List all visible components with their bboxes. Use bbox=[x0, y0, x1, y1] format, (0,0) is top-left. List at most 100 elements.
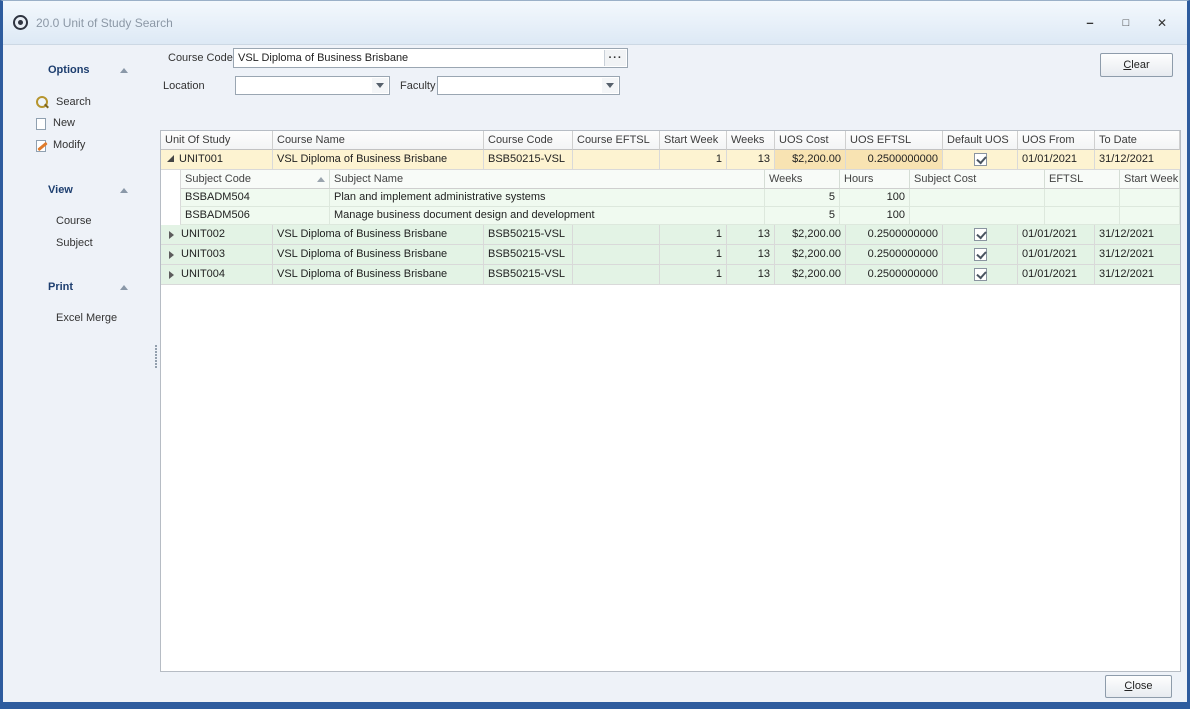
table-row-unit002[interactable]: UNIT002 VSL Diploma of Business Brisbane… bbox=[161, 225, 1180, 245]
subject-start-week-cell[interactable] bbox=[1120, 189, 1180, 207]
column-header-subject-cost[interactable]: Subject Cost bbox=[910, 170, 1045, 189]
start-week-cell[interactable]: 1 bbox=[660, 265, 727, 285]
maximize-button[interactable]: □ bbox=[1111, 13, 1141, 33]
table-row-unit003[interactable]: UNIT003 VSL Diploma of Business Brisbane… bbox=[161, 245, 1180, 265]
close-window-button[interactable]: ✕ bbox=[1147, 13, 1177, 33]
column-header-to-date[interactable]: To Date bbox=[1095, 131, 1180, 150]
subject-weeks-cell[interactable]: 5 bbox=[765, 189, 840, 207]
course-name-cell[interactable]: VSL Diploma of Business Brisbane bbox=[273, 245, 484, 265]
default-uos-checkbox[interactable] bbox=[974, 268, 987, 281]
column-header-weeks[interactable]: Weeks bbox=[727, 131, 775, 150]
column-header-subject-start-week[interactable]: Start Week bbox=[1120, 170, 1180, 189]
faculty-input[interactable] bbox=[438, 77, 619, 94]
unit-cell[interactable]: UNIT001 bbox=[161, 150, 273, 170]
weeks-cell[interactable]: 13 bbox=[727, 265, 775, 285]
subject-row-bsbadm506[interactable]: BSBADM506 Manage business document desig… bbox=[180, 207, 1180, 225]
sidebar-item-new[interactable]: New bbox=[3, 114, 152, 132]
uos-from-cell[interactable]: 01/01/2021 bbox=[1018, 265, 1095, 285]
start-week-cell[interactable]: 1 bbox=[660, 150, 727, 170]
column-header-default-uos[interactable]: Default UOS bbox=[943, 131, 1018, 150]
to-date-cell[interactable]: 31/12/2021 bbox=[1095, 150, 1180, 170]
subject-row-bsbadm504[interactable]: BSBADM504 Plan and implement administrat… bbox=[180, 189, 1180, 207]
course-eftsl-cell[interactable] bbox=[573, 225, 660, 245]
faculty-dropdown-button[interactable] bbox=[602, 78, 618, 93]
subject-name-cell[interactable]: Plan and implement administrative system… bbox=[330, 189, 765, 207]
default-uos-cell[interactable] bbox=[943, 150, 1018, 170]
course-eftsl-cell[interactable] bbox=[573, 150, 660, 170]
column-header-course-name[interactable]: Course Name bbox=[273, 131, 484, 150]
course-eftsl-cell[interactable] bbox=[573, 245, 660, 265]
sidebar-item-course[interactable]: Course bbox=[3, 212, 152, 230]
to-date-cell[interactable]: 31/12/2021 bbox=[1095, 265, 1180, 285]
uos-eftsl-cell[interactable]: 0.2500000000 bbox=[846, 245, 943, 265]
sidebar-group-view[interactable]: View bbox=[3, 181, 152, 199]
subject-weeks-cell[interactable]: 5 bbox=[765, 207, 840, 225]
column-header-uos-cost[interactable]: UOS Cost bbox=[775, 131, 846, 150]
minimize-button[interactable]: – bbox=[1075, 13, 1105, 33]
subject-cost-cell[interactable] bbox=[910, 189, 1045, 207]
start-week-cell[interactable]: 1 bbox=[660, 245, 727, 265]
expand-row-icon[interactable] bbox=[169, 271, 174, 279]
to-date-cell[interactable]: 31/12/2021 bbox=[1095, 225, 1180, 245]
uos-cost-cell[interactable]: $2,200.00 bbox=[775, 265, 846, 285]
sidebar-group-print[interactable]: Print bbox=[3, 278, 152, 296]
clear-button[interactable]: Clear bbox=[1100, 53, 1173, 77]
column-header-subject-weeks[interactable]: Weeks bbox=[765, 170, 840, 189]
close-button[interactable]: Close bbox=[1105, 675, 1172, 698]
weeks-cell[interactable]: 13 bbox=[727, 245, 775, 265]
course-code-input[interactable] bbox=[234, 49, 627, 67]
column-header-uos-from[interactable]: UOS From bbox=[1018, 131, 1095, 150]
location-combo[interactable] bbox=[235, 76, 390, 95]
location-input[interactable] bbox=[236, 77, 389, 94]
subject-name-cell[interactable]: Manage business document design and deve… bbox=[330, 207, 765, 225]
column-header-unit-of-study[interactable]: Unit Of Study bbox=[161, 131, 273, 150]
default-uos-cell[interactable] bbox=[943, 245, 1018, 265]
uos-from-cell[interactable]: 01/01/2021 bbox=[1018, 150, 1095, 170]
uos-eftsl-cell[interactable]: 0.2500000000 bbox=[846, 225, 943, 245]
uos-cost-cell[interactable]: $2,200.00 bbox=[775, 150, 846, 170]
subject-start-week-cell[interactable] bbox=[1120, 207, 1180, 225]
column-header-subject-hours[interactable]: Hours bbox=[840, 170, 910, 189]
subject-eftsl-cell[interactable] bbox=[1045, 207, 1120, 225]
default-uos-cell[interactable] bbox=[943, 265, 1018, 285]
column-header-start-week[interactable]: Start Week bbox=[660, 131, 727, 150]
expand-row-icon[interactable] bbox=[169, 251, 174, 259]
course-name-cell[interactable]: VSL Diploma of Business Brisbane bbox=[273, 265, 484, 285]
column-header-subject-name[interactable]: Subject Name bbox=[330, 170, 765, 189]
unit-cell[interactable]: UNIT004 bbox=[161, 265, 273, 285]
weeks-cell[interactable]: 13 bbox=[727, 150, 775, 170]
faculty-combo[interactable] bbox=[437, 76, 620, 95]
weeks-cell[interactable]: 13 bbox=[727, 225, 775, 245]
start-week-cell[interactable]: 1 bbox=[660, 225, 727, 245]
uos-eftsl-cell[interactable]: 0.2500000000 bbox=[846, 150, 943, 170]
column-header-uos-eftsl[interactable]: UOS EFTSL bbox=[846, 131, 943, 150]
column-header-subject-eftsl[interactable]: EFTSL bbox=[1045, 170, 1120, 189]
sidebar-item-search[interactable]: Search bbox=[3, 93, 152, 111]
unit-cell[interactable]: UNIT003 bbox=[161, 245, 273, 265]
sidebar-item-modify[interactable]: Modify bbox=[3, 136, 152, 154]
uos-from-cell[interactable]: 01/01/2021 bbox=[1018, 245, 1095, 265]
subject-cost-cell[interactable] bbox=[910, 207, 1045, 225]
sidebar-item-subject[interactable]: Subject bbox=[3, 234, 152, 252]
collapse-row-icon[interactable] bbox=[167, 155, 174, 162]
uos-cost-cell[interactable]: $2,200.00 bbox=[775, 245, 846, 265]
course-code-cell[interactable]: BSB50215-VSL bbox=[484, 265, 573, 285]
table-row-unit004[interactable]: UNIT004 VSL Diploma of Business Brisbane… bbox=[161, 265, 1180, 285]
default-uos-checkbox[interactable] bbox=[974, 228, 987, 241]
column-header-course-code[interactable]: Course Code bbox=[484, 131, 573, 150]
default-uos-cell[interactable] bbox=[943, 225, 1018, 245]
sidebar-group-options[interactable]: Options bbox=[3, 61, 152, 79]
subject-eftsl-cell[interactable] bbox=[1045, 189, 1120, 207]
subject-hours-cell[interactable]: 100 bbox=[840, 189, 910, 207]
course-code-cell[interactable]: BSB50215-VSL bbox=[484, 225, 573, 245]
column-header-course-eftsl[interactable]: Course EFTSL bbox=[573, 131, 660, 150]
course-name-cell[interactable]: VSL Diploma of Business Brisbane bbox=[273, 150, 484, 170]
course-eftsl-cell[interactable] bbox=[573, 265, 660, 285]
subject-hours-cell[interactable]: 100 bbox=[840, 207, 910, 225]
default-uos-checkbox[interactable] bbox=[974, 248, 987, 261]
uos-eftsl-cell[interactable]: 0.2500000000 bbox=[846, 265, 943, 285]
subject-code-cell[interactable]: BSBADM504 bbox=[180, 189, 330, 207]
course-code-cell[interactable]: BSB50215-VSL bbox=[484, 150, 573, 170]
to-date-cell[interactable]: 31/12/2021 bbox=[1095, 245, 1180, 265]
expand-row-icon[interactable] bbox=[169, 231, 174, 239]
